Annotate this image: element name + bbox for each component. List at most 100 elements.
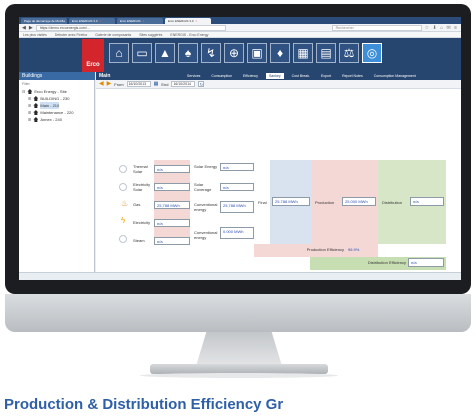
filter-label: Filter: [19, 80, 94, 88]
tab-report-notes[interactable]: Report Notes: [339, 73, 366, 79]
module-toolbar: ⌂ ▭ ▲ ♠ ↯ ⊕ ▣ ♦ ▦ ▤ ⚖ ◎: [109, 43, 382, 63]
conventional-energy-label: Conventional energy: [192, 229, 220, 241]
building-tree: ⊟Erco Energy - Site ⊞BUILDING - 230 ⊞Mai…: [19, 88, 94, 123]
distribution-label: Distribution: [380, 199, 410, 206]
monitor-icon[interactable]: ▭: [132, 43, 152, 63]
expand-icon[interactable]: ⊞: [28, 102, 31, 109]
building-icon: [33, 110, 38, 115]
source-value: n/a: [154, 183, 190, 191]
final-label: Final: [256, 199, 272, 206]
monitor-shadow: [140, 373, 338, 378]
bell-icon[interactable]: ♠: [178, 43, 198, 63]
tree-node[interactable]: ⊞Annex - 240: [19, 116, 94, 123]
conventional-energy-label: Conventional energy: [192, 201, 220, 213]
sidebar-title: Buildings: [19, 72, 95, 80]
building-sidebar: Filter ⊟Erco Energy - Site ⊞BUILDING - 2…: [19, 80, 95, 280]
production-efficiency-value: 96.9%: [346, 246, 376, 253]
tab-sankey[interactable]: Sankey: [266, 73, 284, 79]
pulse-icon[interactable]: ↯: [201, 43, 221, 63]
expand-icon[interactable]: ⊞: [28, 109, 31, 116]
monitor-chin: [5, 294, 471, 332]
expand-icon[interactable]: ⊞: [28, 95, 31, 102]
distribution-efficiency-value: n/a: [408, 258, 444, 267]
calendar-icon[interactable]: ▦: [154, 81, 159, 87]
building-icon: [33, 117, 38, 122]
brand-logo: Erco: [82, 39, 104, 72]
tab-services[interactable]: Services: [184, 73, 203, 79]
search-field[interactable]: Rechercher: [332, 25, 422, 31]
distribution-efficiency-label: Distribution Efficiency: [354, 259, 408, 266]
production-value: 25.000 MWh: [342, 197, 376, 206]
flame-icon: ♨: [121, 200, 128, 208]
page-caption: Production & Distribution Efficiency Gr: [4, 396, 475, 416]
tree-node[interactable]: ⊞Maintenance - 220: [19, 109, 94, 116]
bookmark[interactable]: Galerie de composants: [95, 33, 131, 37]
building-icon: [27, 89, 32, 94]
source-value: 25,788 MWh: [154, 201, 190, 209]
efficiency-diagram: ♨ ϟ Thermal Solar Electricity Solar Gas …: [96, 89, 461, 280]
conventional-energy-value: 25,788 MWh: [220, 201, 254, 213]
bookmark[interactable]: Débuter avec Firefox: [55, 33, 88, 37]
production-efficiency-label: Production Efficiency: [294, 246, 346, 253]
to-date-input[interactable]: 16/10/2014: [171, 81, 195, 87]
forward-icon[interactable]: ▶: [29, 25, 33, 31]
expand-icon[interactable]: ⊞: [28, 116, 31, 123]
thermal-solar-icon: [119, 165, 127, 173]
building-icon: [33, 103, 38, 108]
source-label: Thermal Solar: [131, 163, 153, 175]
refresh-icon[interactable]: ↻: [198, 81, 204, 87]
monitor-stand: [196, 332, 282, 366]
solar-coverage-value: n/a: [220, 183, 254, 191]
map-pin-icon[interactable]: ♦: [270, 43, 290, 63]
tree-node[interactable]: ⊟Erco Energy - Site: [19, 88, 94, 95]
building-icon: [33, 96, 38, 101]
balance-icon[interactable]: ⚖: [339, 43, 359, 63]
conventional-energy-value: 0.000 MWh: [220, 227, 254, 239]
folder-icon[interactable]: ▣: [247, 43, 267, 63]
close-icon[interactable]: ×: [143, 19, 145, 23]
close-icon[interactable]: ×: [100, 19, 102, 23]
distribution-value: n/a: [410, 197, 444, 206]
bookmark[interactable]: Sites suggérés: [139, 33, 162, 37]
tab-consumption-management[interactable]: Consumption Management: [371, 73, 419, 79]
source-value: n/a: [154, 219, 190, 227]
home-icon[interactable]: ⌂: [109, 43, 129, 63]
tab-export[interactable]: Export: [318, 73, 334, 79]
electricity-solar-icon: [119, 183, 127, 191]
tab-cost-break[interactable]: Cost Break.: [289, 73, 313, 79]
source-label: Gas: [131, 201, 153, 208]
collapse-icon[interactable]: ⊟: [22, 88, 25, 95]
network-icon[interactable]: ⊕: [224, 43, 244, 63]
next-period-icon[interactable]: ▶: [107, 81, 112, 87]
efficiency-icon[interactable]: ◎: [362, 43, 382, 63]
url-bar: ◀ ▶ https://demo.ercoenergis.com/... Rec…: [19, 24, 461, 32]
previous-period-icon[interactable]: ◀: [99, 81, 104, 87]
buildings-icon[interactable]: ▲: [155, 43, 175, 63]
steam-icon: [119, 235, 127, 243]
calculator-icon[interactable]: ▦: [293, 43, 313, 63]
back-icon[interactable]: ◀: [22, 25, 26, 31]
view-bar: Main Services Consumption Efficiency San…: [96, 72, 461, 80]
bookmark[interactable]: ENERGIS - Erco Energy: [170, 33, 208, 37]
lightning-icon: ϟ: [121, 217, 125, 225]
screen: Page de démarrage de Mozilla× Erco ENERG…: [19, 17, 461, 280]
report-icon[interactable]: ▤: [316, 43, 336, 63]
solar-energy-label: Solar Energy: [192, 163, 220, 170]
source-label: Steam: [131, 237, 153, 244]
tree-node-selected[interactable]: ⊞Main - 210: [19, 102, 94, 109]
status-bar: [19, 272, 461, 280]
from-label: From: [114, 82, 123, 87]
tab-efficiency[interactable]: Efficiency: [240, 73, 261, 79]
toolbar-icons[interactable]: ☆ ⬇ ⌂ ✉ ≡: [425, 25, 458, 31]
browser-tab-bar: Page de démarrage de Mozilla× Erco ENERG…: [19, 17, 461, 24]
from-date-input[interactable]: 16/10/2013: [127, 81, 151, 87]
monitor-bezel: Page de démarrage de Mozilla× Erco ENERG…: [5, 4, 471, 294]
source-value: n/a: [154, 237, 190, 245]
date-toolbar: ◀ ▶ From 16/10/2013 ▦ End 16/10/2014 ↻: [96, 80, 461, 89]
tab-consumption[interactable]: Consumption: [208, 73, 235, 79]
address-field[interactable]: https://demo.ercoenergis.com/...: [36, 25, 226, 31]
close-icon[interactable]: ×: [196, 19, 198, 23]
bookmark[interactable]: Les plus visités: [23, 33, 47, 37]
to-label: End: [161, 82, 168, 87]
tree-node[interactable]: ⊞BUILDING - 230: [19, 95, 94, 102]
